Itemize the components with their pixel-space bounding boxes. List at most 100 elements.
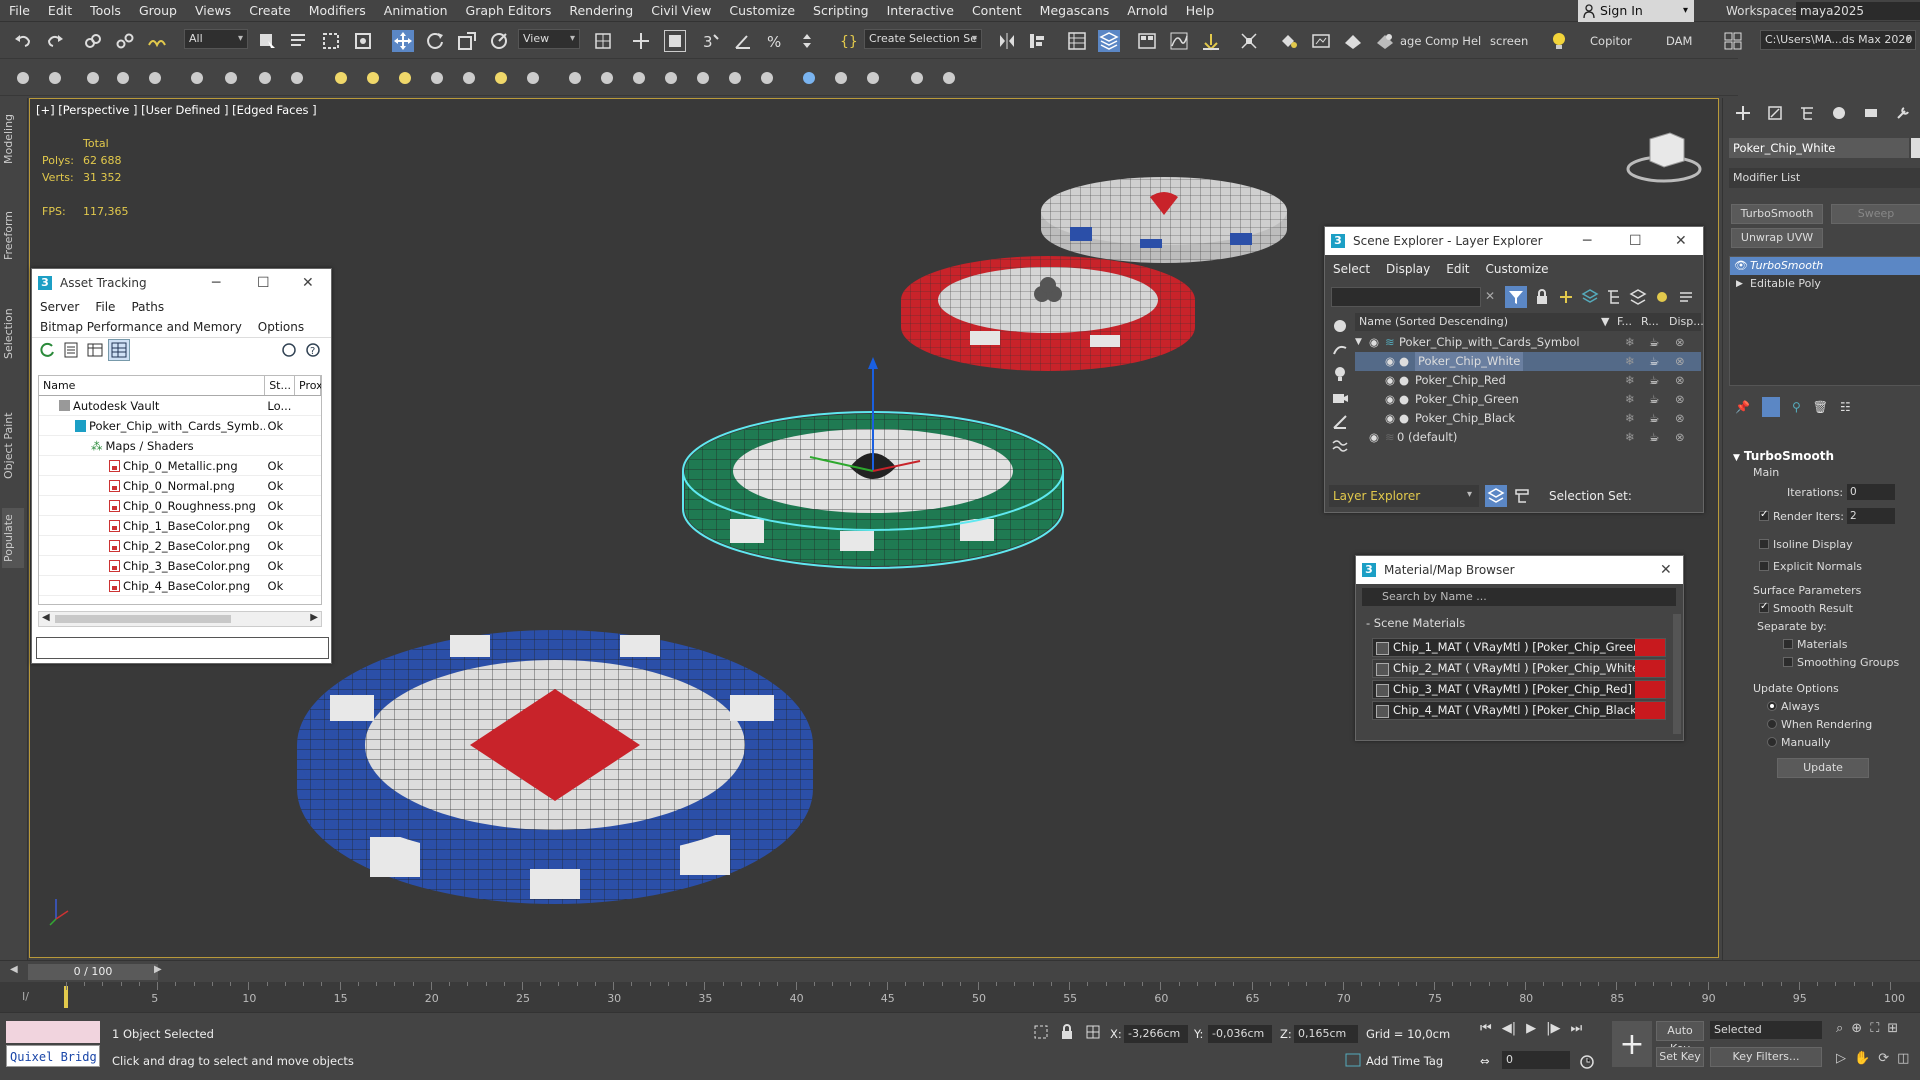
isoline-display-checkbox[interactable]: Isoline Display <box>1759 538 1853 551</box>
freeze-icon[interactable]: ❄ <box>1625 352 1635 371</box>
menu-paths[interactable]: Paths <box>123 300 172 314</box>
smoothing-groups-checkbox[interactable]: Smoothing Groups <box>1783 656 1899 669</box>
snaps-toggle-icon[interactable]: 3 <box>700 30 722 52</box>
particle-view-icon[interactable] <box>286 67 308 89</box>
undo-icon[interactable] <box>12 30 34 52</box>
zoom-all-icon[interactable]: ⊕ <box>1851 1021 1862 1036</box>
hair-fur-icon[interactable] <box>724 67 746 89</box>
material-browser-scrollbar[interactable] <box>1673 614 1681 734</box>
display-box-icon[interactable]: ⊗ <box>1675 371 1685 390</box>
table-icon[interactable] <box>144 67 166 89</box>
pin-stack-icon[interactable]: 📌 <box>1735 400 1750 414</box>
time-slider[interactable]: 0 / 100 <box>28 964 158 980</box>
material-search-input[interactable]: Search by Name ... <box>1362 588 1676 606</box>
menu-scripting[interactable]: Scripting <box>804 0 878 22</box>
help-icon[interactable]: ? <box>302 339 324 361</box>
set-key-big-button[interactable]: + <box>1612 1021 1652 1067</box>
comp-helper-label[interactable]: age Comp Hel <box>1400 31 1481 51</box>
menu-tools[interactable]: Tools <box>81 0 130 22</box>
key-filters-button[interactable]: Key Filters... <box>1710 1047 1822 1067</box>
window-crossing-icon[interactable] <box>352 30 374 52</box>
layer-explorer-mode-icon[interactable] <box>1485 485 1507 507</box>
render-teapot-icon[interactable]: ☕ <box>1649 352 1659 371</box>
make-unique-icon[interactable]: ⚲ <box>1792 400 1801 414</box>
maximize-icon[interactable]: ☐ <box>1629 227 1642 255</box>
display-cameras-icon[interactable] <box>1329 387 1351 409</box>
asset-path-field[interactable] <box>36 637 329 659</box>
turbosmooth-button[interactable]: TurboSmooth <box>1731 204 1823 224</box>
pivot-center-icon[interactable] <box>592 30 614 52</box>
scene-converter-icon[interactable] <box>220 67 242 89</box>
region-select-icon[interactable] <box>320 30 342 52</box>
clear-search-icon[interactable]: ✕ <box>1485 289 1495 303</box>
display-geometry-icon[interactable] <box>1329 315 1351 337</box>
go-to-start-icon[interactable]: ⏮ <box>1480 1021 1492 1036</box>
placement-icon[interactable] <box>488 30 510 52</box>
menu-megascans[interactable]: Megascans <box>1031 0 1119 22</box>
materials-checkbox[interactable]: Materials <box>1783 638 1847 651</box>
expand-icon[interactable]: ▶ <box>1736 275 1743 293</box>
maximize-viewport-icon[interactable]: ◫ <box>1897 1051 1909 1066</box>
motion-tab-icon[interactable] <box>1827 102 1851 124</box>
menu-modifiers[interactable]: Modifiers <box>300 0 375 22</box>
display-helpers-icon[interactable] <box>1329 411 1351 433</box>
sun-icon[interactable] <box>490 67 512 89</box>
menu-animation[interactable]: Animation <box>375 0 457 22</box>
asset-tracking-window[interactable]: 3 Asset Tracking ─ ☐ ✕ Server File Paths… <box>31 268 332 664</box>
rendered-frame-window-icon[interactable] <box>1310 30 1332 52</box>
curve-editor-icon[interactable] <box>1168 30 1190 52</box>
material-list-item[interactable]: Chip_2_MAT ( VRayMtl ) [Poker_Chip_White… <box>1372 659 1666 678</box>
auto-key-button[interactable]: Auto Key <box>1656 1021 1704 1055</box>
table-row[interactable]: Chip_1_BaseColor.png Ok <box>39 516 321 536</box>
project-path-field[interactable]: C:\Users\MA...ds Max 2020 <box>1760 30 1916 50</box>
unlink-icon[interactable] <box>114 30 136 52</box>
column-name[interactable]: Name <box>39 376 266 395</box>
explorer-row[interactable]: ◉ ≋ 0 (default) ❄ ☕ ⊗ <box>1355 428 1701 447</box>
spinner-snap-icon[interactable] <box>796 30 818 52</box>
light-bulb-icon[interactable] <box>1548 30 1570 52</box>
capsule-icon[interactable] <box>596 67 618 89</box>
scatter-icon[interactable] <box>564 67 586 89</box>
time-configuration-icon[interactable] <box>1576 1051 1598 1073</box>
stack-item-editable-poly[interactable]: ▶ Editable Poly <box>1730 275 1920 293</box>
hemisphere-icon[interactable] <box>362 67 384 89</box>
table-row[interactable]: Chip_4_BaseColor.png Ok <box>39 576 321 596</box>
y-coordinate-field[interactable]: -0,036cm <box>1208 1025 1272 1043</box>
table-row[interactable]: Chip_2_BaseColor.png Ok <box>39 536 321 556</box>
freeze-icon[interactable]: ❄ <box>1625 428 1635 447</box>
asset-table[interactable]: Name St... Prox Autodesk Vault Lo... Poker… <box>38 375 322 605</box>
menu-graph-editors[interactable]: Graph Editors <box>457 0 561 22</box>
filter-icon[interactable] <box>1505 286 1527 308</box>
reference-coordinate-dropdown[interactable]: View <box>518 29 580 49</box>
stack-item-turbosmooth[interactable]: 👁 TurboSmooth <box>1730 257 1920 275</box>
key-mode-toggle-icon[interactable]: ⇔ <box>1480 1054 1490 1068</box>
column-freeze[interactable]: F... <box>1617 313 1632 331</box>
sweep-button[interactable]: Sweep <box>1831 204 1920 224</box>
toggle-scene-explorer-icon[interactable] <box>1066 30 1088 52</box>
menu-views[interactable]: Views <box>186 0 240 22</box>
selection-lock-icon[interactable] <box>1056 1021 1078 1043</box>
spiral-icon[interactable] <box>756 67 778 89</box>
menu-display[interactable]: Display <box>1378 262 1438 276</box>
column-display[interactable]: Disp... <box>1669 313 1704 331</box>
manually-radio[interactable]: Manually <box>1767 736 1831 749</box>
smooth-result-checkbox[interactable]: Smooth Result <box>1759 601 1853 615</box>
keyboard-shortcut-toggle-icon[interactable] <box>664 30 686 52</box>
column-status[interactable]: St... <box>265 376 295 395</box>
material-map-browser-window[interactable]: 3 Material/Map Browser ✕ ▼ Search by Nam… <box>1355 555 1684 741</box>
absolute-mode-icon[interactable] <box>1082 1021 1104 1043</box>
menu-edit[interactable]: Edit <box>39 0 81 22</box>
next-key-icon[interactable]: |▶ <box>1546 1021 1560 1036</box>
selection-filter-dropdown[interactable]: All <box>184 29 248 49</box>
menu-group[interactable]: Group <box>130 0 186 22</box>
freeze-icon[interactable]: ❄ <box>1625 371 1635 390</box>
render-cube-icon[interactable] <box>862 67 884 89</box>
show-end-result-icon[interactable] <box>1761 397 1780 417</box>
explorer-row[interactable]: ◉ ● Poker_Chip_Green ❄ ☕ ⊗ <box>1355 390 1701 409</box>
explorer-row[interactable]: ◉ ● Poker_Chip_Black ❄ ☕ ⊗ <box>1355 409 1701 428</box>
menu-server[interactable]: Server <box>32 300 87 314</box>
visibility-eye-icon[interactable]: ◉ <box>1385 352 1395 371</box>
table-row[interactable]: Chip_3_BaseColor.png Ok <box>39 556 321 576</box>
scene-explorer-titlebar[interactable]: 3 Scene Explorer - Layer Explorer ─ ☐ ✕ <box>1325 227 1703 255</box>
scroll-thumb[interactable] <box>55 615 231 623</box>
